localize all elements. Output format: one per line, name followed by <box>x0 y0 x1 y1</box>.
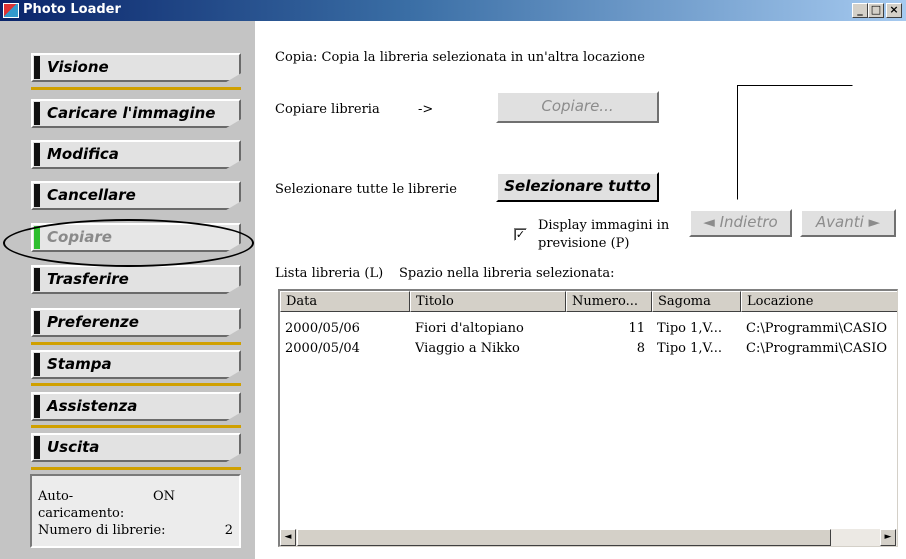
scroll-right-icon[interactable]: ► <box>880 529 896 546</box>
menu-cancellare-button[interactable]: Cancellare <box>31 181 241 210</box>
sidebar: Visione Caricare l'immagine Modifica Can… <box>0 21 255 559</box>
row-layout: Tipo 1,V... <box>657 341 723 356</box>
menu-preferenze-button[interactable]: Preferenze <box>31 308 241 337</box>
column-header-locazione[interactable]: Locazione <box>741 291 897 312</box>
library-space-label: Spazio nella libreria selezionata: <box>399 266 615 281</box>
select-all-label: Selezionare tutte le librerie <box>275 182 457 197</box>
row-date: 2000/05/06 <box>285 321 360 336</box>
operation-description: Copia: Copia la libreria selezionata in … <box>275 50 645 65</box>
row-count: 11 <box>628 321 645 336</box>
row-location: C:\Programmi\CASIO <box>746 341 888 356</box>
menu-caricare-immagine-button[interactable]: Caricare l'immagine <box>31 99 241 128</box>
horizontal-scrollbar[interactable]: ◄ ► <box>280 529 897 546</box>
copy-library-label: Copiare libreria <box>275 102 380 117</box>
window-title: Photo Loader <box>23 2 121 17</box>
arrow-label: -> <box>418 102 434 117</box>
column-header-data[interactable]: Data <box>280 291 410 312</box>
copy-button[interactable]: Copiare... <box>496 91 659 123</box>
title-bar[interactable]: Photo Loader _ □ × <box>0 0 906 21</box>
menu-copiare-button[interactable]: Copiare <box>31 223 241 252</box>
menu-separator <box>31 383 241 386</box>
library-list[interactable]: Data Titolo Numero... Sagoma Locazione 2… <box>278 289 898 547</box>
column-header-titolo[interactable]: Titolo <box>410 291 566 312</box>
menu-separator <box>31 87 241 90</box>
menu-stampa-button[interactable]: Stampa <box>31 350 241 379</box>
row-count: 8 <box>636 341 645 356</box>
close-button[interactable]: × <box>886 3 902 18</box>
back-button[interactable]: ◄ Indietro <box>689 209 792 237</box>
scroll-left-icon[interactable]: ◄ <box>280 529 296 546</box>
row-title: Viaggio a Nikko <box>415 341 520 356</box>
preview-checkbox-label[interactable]: Display immagini in <box>538 218 669 233</box>
autoload-label: Auto-caricamento: <box>38 489 125 521</box>
menu-visione-button[interactable]: Visione <box>31 53 241 82</box>
library-count-label: Numero di librerie: <box>38 523 166 538</box>
row-title: Fiori d'altopiano <box>415 321 524 336</box>
menu-trasferire-button[interactable]: Trasferire <box>31 265 241 294</box>
library-list-label: Lista libreria (L) <box>275 266 384 281</box>
autoload-value: ON <box>152 489 175 504</box>
scrollbar-thumb[interactable] <box>297 529 831 546</box>
minimize-button[interactable]: _ <box>852 3 868 18</box>
maximize-button[interactable]: □ <box>868 3 884 18</box>
app-icon[interactable] <box>3 3 19 18</box>
library-count-value: 2 <box>224 523 233 538</box>
next-button[interactable]: Avanti ► <box>800 209 896 237</box>
column-header-numero[interactable]: Numero... <box>566 291 652 312</box>
row-layout: Tipo 1,V... <box>657 321 723 336</box>
menu-uscita-button[interactable]: Uscita <box>31 433 241 462</box>
column-header-sagoma[interactable]: Sagoma <box>652 291 741 312</box>
menu-modifica-button[interactable]: Modifica <box>31 140 241 169</box>
menu-assistenza-button[interactable]: Assistenza <box>31 392 241 421</box>
preview-checkbox[interactable]: ✓ <box>514 228 527 241</box>
row-date: 2000/05/04 <box>285 341 360 356</box>
menu-separator <box>31 425 241 428</box>
photo-loader-window: Photo Loader _ □ × Visione Caricare l'im… <box>0 0 906 559</box>
status-panel: Auto-caricamento: ON Numero di librerie:… <box>30 474 241 548</box>
image-preview-box <box>737 85 853 200</box>
menu-separator <box>31 342 241 345</box>
preview-checkbox-label-line2[interactable]: previsione (P) <box>538 236 629 251</box>
select-all-button[interactable]: Selezionare tutto <box>496 172 659 202</box>
menu-separator <box>31 467 241 470</box>
row-location: C:\Programmi\CASIO <box>746 321 888 336</box>
